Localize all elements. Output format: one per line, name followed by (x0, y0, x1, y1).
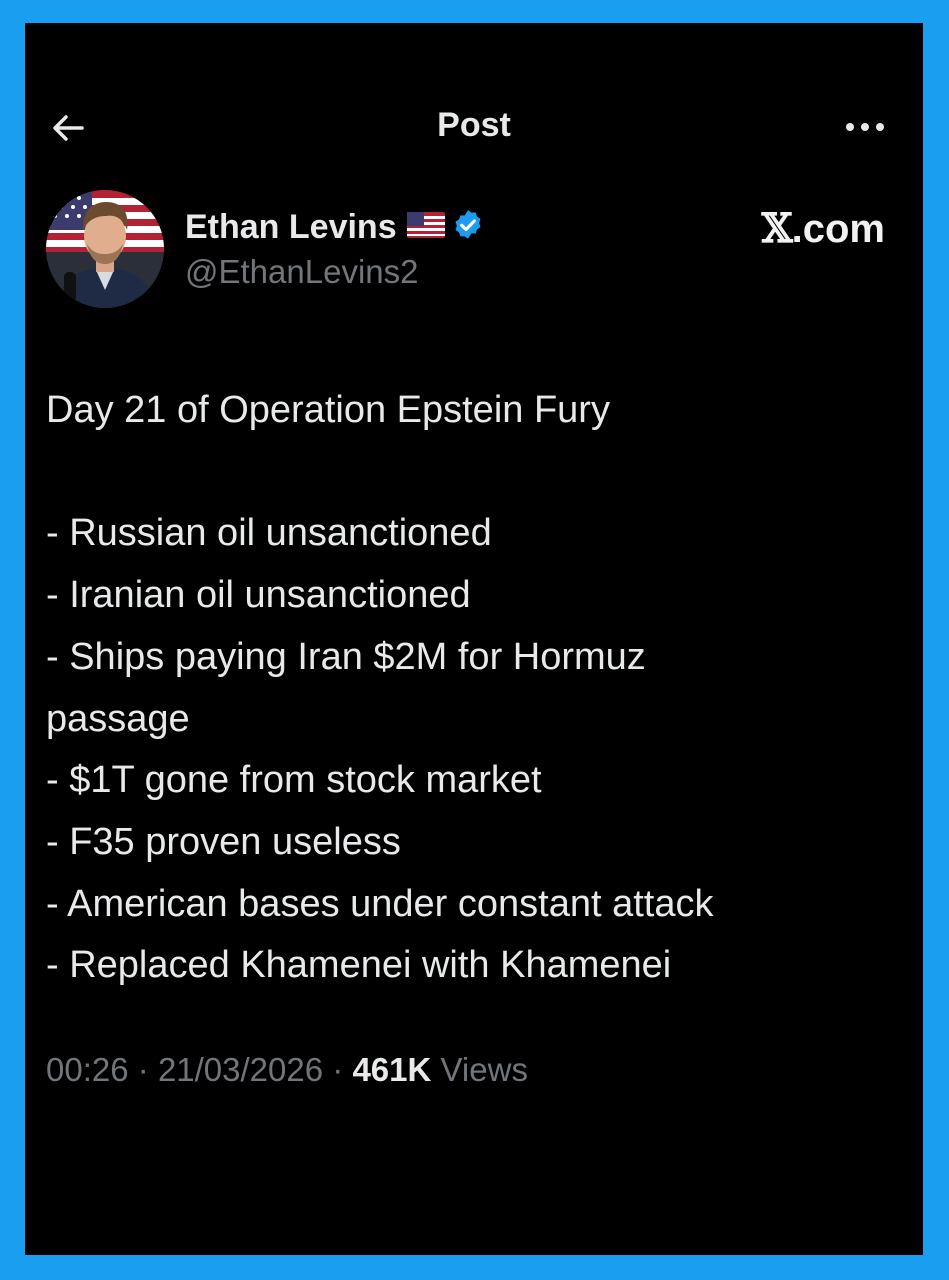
post-line: passage (46, 697, 190, 740)
verified-badge-icon (451, 208, 485, 247)
views-count[interactable]: 461K (352, 1051, 431, 1088)
more-dots-icon (846, 123, 884, 131)
avatar-photo (46, 190, 164, 308)
x-logo-text: 𝕏 (761, 205, 793, 252)
blue-border-frame: Post Ethan Levins @EthanLevins2 𝕏.com Da… (0, 0, 949, 1280)
meta-separator: · (332, 1051, 344, 1088)
us-flag-icon (406, 211, 445, 243)
post-screen: Post Ethan Levins @EthanLevins2 𝕏.com Da… (25, 23, 923, 1255)
top-bar: Post (25, 103, 923, 153)
post-line (46, 442, 896, 504)
meta-separator: · (137, 1051, 149, 1088)
avatar[interactable] (46, 190, 164, 308)
x-com-watermark: 𝕏.com (762, 205, 885, 252)
watermark-domain: .com (791, 207, 885, 251)
post-line: - Ships paying Iran $2M for Hormuz (46, 635, 646, 678)
post-line: Day 21 of Operation Epstein Fury (46, 389, 610, 431)
more-options-button[interactable] (837, 107, 893, 147)
views-label: Views (440, 1051, 528, 1088)
post-line: - Russian oil unsanctioned (46, 512, 492, 555)
post-line: - Iranian oil unsanctioned (46, 574, 471, 617)
post-line: - Replaced Khamenei with Khamenei (46, 944, 672, 987)
post-text: Day 21 of Operation Epstein Fury - Russi… (46, 380, 896, 997)
post-line: - F35 proven useless (46, 820, 401, 863)
post-meta: 00:26 · 21/03/2026 · 461K Views (46, 1051, 528, 1089)
post-date[interactable]: 21/03/2026 (158, 1051, 323, 1088)
post-line: - American bases under constant attack (46, 882, 714, 925)
author-name[interactable]: Ethan Levins (185, 208, 397, 247)
author-name-row: Ethan Levins (185, 203, 485, 251)
page-title: Post (437, 106, 511, 144)
post-line: - $1T gone from stock market (46, 759, 542, 802)
author-handle[interactable]: @EthanLevins2 (185, 253, 418, 291)
post-time[interactable]: 00:26 (46, 1051, 129, 1088)
